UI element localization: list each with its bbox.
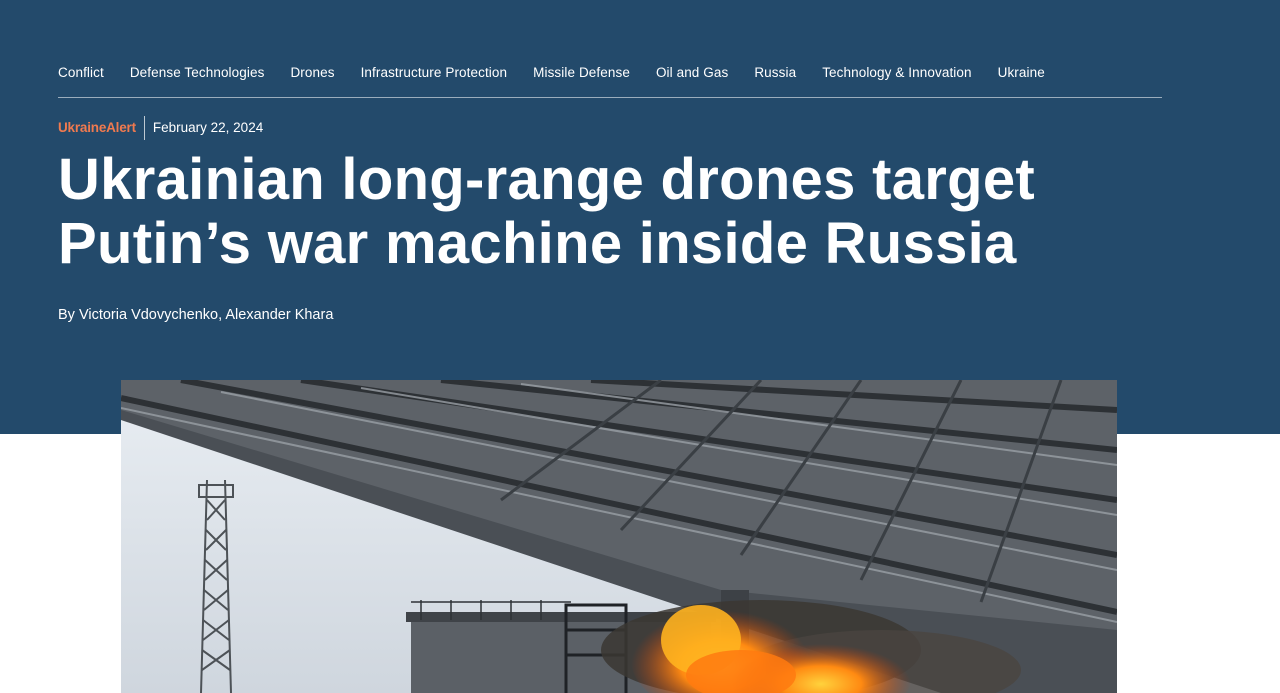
nav-link-ukraine[interactable]: Ukraine	[998, 62, 1045, 84]
nav-link-conflict[interactable]: Conflict	[58, 62, 104, 84]
article-byline: By Victoria Vdovychenko, Alexander Khara	[58, 307, 334, 323]
article-hero: Conflict Defense Technologies Drones Inf…	[0, 0, 1280, 434]
nav-link-infrastructure-protection[interactable]: Infrastructure Protection	[361, 62, 508, 84]
nav-link-technology-innovation[interactable]: Technology & Innovation	[822, 62, 971, 84]
meta-divider	[143, 116, 145, 140]
nav-link-defense-technologies[interactable]: Defense Technologies	[130, 62, 265, 84]
topic-nav: Conflict Defense Technologies Drones Inf…	[58, 62, 1162, 98]
publish-date: February 22, 2024	[152, 120, 264, 135]
category-link[interactable]: UkraineAlert	[58, 116, 144, 140]
article-meta: UkraineAlert February 22, 2024	[58, 116, 263, 140]
nav-link-drones[interactable]: Drones	[290, 62, 334, 84]
hero-photo-image	[121, 380, 1117, 693]
article-headline: Ukrainian long-range drones target Putin…	[58, 147, 1036, 276]
nav-link-russia[interactable]: Russia	[754, 62, 796, 84]
hero-photo	[121, 380, 1117, 693]
nav-link-oil-and-gas[interactable]: Oil and Gas	[656, 62, 728, 84]
nav-link-missile-defense[interactable]: Missile Defense	[533, 62, 630, 84]
